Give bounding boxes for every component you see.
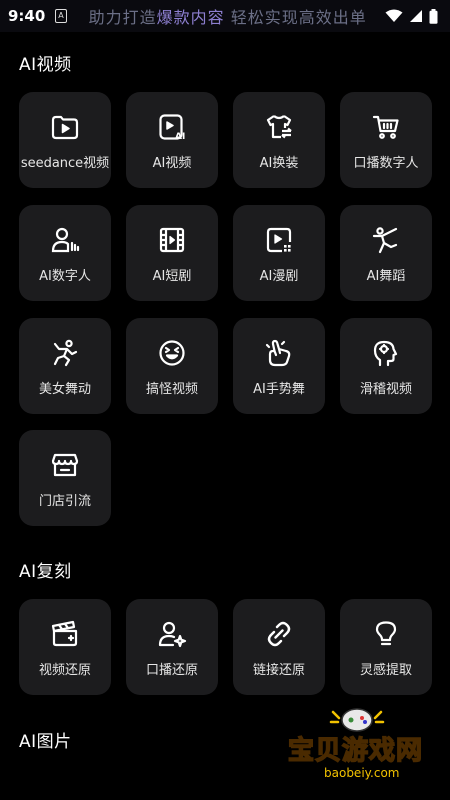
ai-video-icon: AI <box>157 112 187 142</box>
wifi-icon <box>385 9 403 22</box>
cart-icon <box>371 112 401 142</box>
tile-ai-comic-drama[interactable]: AI漫剧 <box>233 205 325 301</box>
tile-ai-gesture-dance[interactable]: AI手势舞 <box>233 318 325 414</box>
tile-talking-avatar[interactable]: 口播数字人 <box>340 92 432 188</box>
section-title-ai-video: AI视频 <box>19 55 72 75</box>
shirt-swap-icon <box>264 112 294 142</box>
jump-dancer-icon <box>50 338 80 368</box>
film-icon <box>157 225 187 255</box>
tile-ai-digital-human[interactable]: AI数字人 <box>19 205 111 301</box>
dancer-icon <box>371 225 401 255</box>
play-grid-icon <box>264 225 294 255</box>
tile-inspiration-extract[interactable]: 灵感提取 <box>340 599 432 695</box>
section-title-ai-image: AI图片 <box>19 732 72 752</box>
folder-play-icon <box>50 112 80 142</box>
store-icon <box>50 450 80 480</box>
tile-beauty-dance[interactable]: 美女舞动 <box>19 318 111 414</box>
tile-label: 口播数字人 <box>353 156 419 171</box>
tile-label: 美女舞动 <box>38 382 91 397</box>
tile-label: AI短剧 <box>152 269 192 284</box>
hand-gesture-icon <box>264 338 294 368</box>
tile-label: 搞怪视频 <box>145 382 198 397</box>
status-bar: 9:40 A 助力打造爆款内容 轻松实现高效出单 <box>0 0 450 32</box>
link-icon <box>264 619 294 649</box>
tile-link-restore[interactable]: 链接还原 <box>233 599 325 695</box>
tile-talk-restore[interactable]: 口播还原 <box>126 599 218 695</box>
tile-label: 滑稽视频 <box>359 382 412 397</box>
banner-suffix: 轻松实现高效出单 <box>224 8 367 27</box>
banner-text: 助力打造爆款内容 轻松实现高效出单 <box>89 4 385 28</box>
tile-label: 灵感提取 <box>359 663 412 678</box>
watermark: 宝贝游戏网 baobeiy.com <box>272 700 442 790</box>
tile-store-traffic[interactable]: 门店引流 <box>19 430 111 526</box>
tile-label: 门店引流 <box>38 494 91 509</box>
tile-label: 口播还原 <box>145 663 198 678</box>
watermark-main-text: 宝贝游戏网 <box>287 735 424 767</box>
watermark-sub-text: baobeiy.com <box>324 766 400 780</box>
funny-face-icon <box>157 338 187 368</box>
tile-label: AI数字人 <box>39 269 91 284</box>
bulb-icon <box>371 619 401 649</box>
tile-ai-outfit[interactable]: AI换装 <box>233 92 325 188</box>
banner-prefix: 助力打造 <box>88 8 157 27</box>
tile-label: 视频还原 <box>38 663 91 678</box>
tile-funny-video[interactable]: 搞怪视频 <box>126 318 218 414</box>
clapper-icon <box>50 619 80 649</box>
tile-ai-video[interactable]: AI AI视频 <box>126 92 218 188</box>
head-icon <box>371 338 401 368</box>
signal-icon <box>410 10 422 22</box>
banner-highlight: 爆款内容 <box>156 8 225 27</box>
tile-label: seedance视频 <box>20 156 110 171</box>
person-voice-icon <box>50 225 80 255</box>
tile-seedance-video[interactable]: seedance视频 <box>19 92 111 188</box>
tile-label: AI换装 <box>259 156 299 171</box>
tile-label: AI舞蹈 <box>366 269 406 284</box>
svg-text:AI: AI <box>175 132 185 142</box>
battery-icon <box>429 8 438 24</box>
tile-label: AI漫剧 <box>259 269 299 284</box>
tile-comedy-video[interactable]: 滑稽视频 <box>340 318 432 414</box>
person-sparkle-icon <box>157 619 187 649</box>
status-icons <box>385 8 438 24</box>
status-time: 9:40 <box>8 7 46 25</box>
tile-label: AI视频 <box>152 156 192 171</box>
watermark-logo-icon <box>329 708 385 732</box>
tile-video-restore[interactable]: 视频还原 <box>19 599 111 695</box>
tile-ai-short-drama[interactable]: AI短剧 <box>126 205 218 301</box>
tile-label: 链接还原 <box>252 663 305 678</box>
notification-a-icon: A <box>55 9 67 23</box>
tile-label: AI手势舞 <box>253 382 305 397</box>
tile-ai-dance[interactable]: AI舞蹈 <box>340 205 432 301</box>
section-title-ai-replica: AI复刻 <box>19 562 72 582</box>
